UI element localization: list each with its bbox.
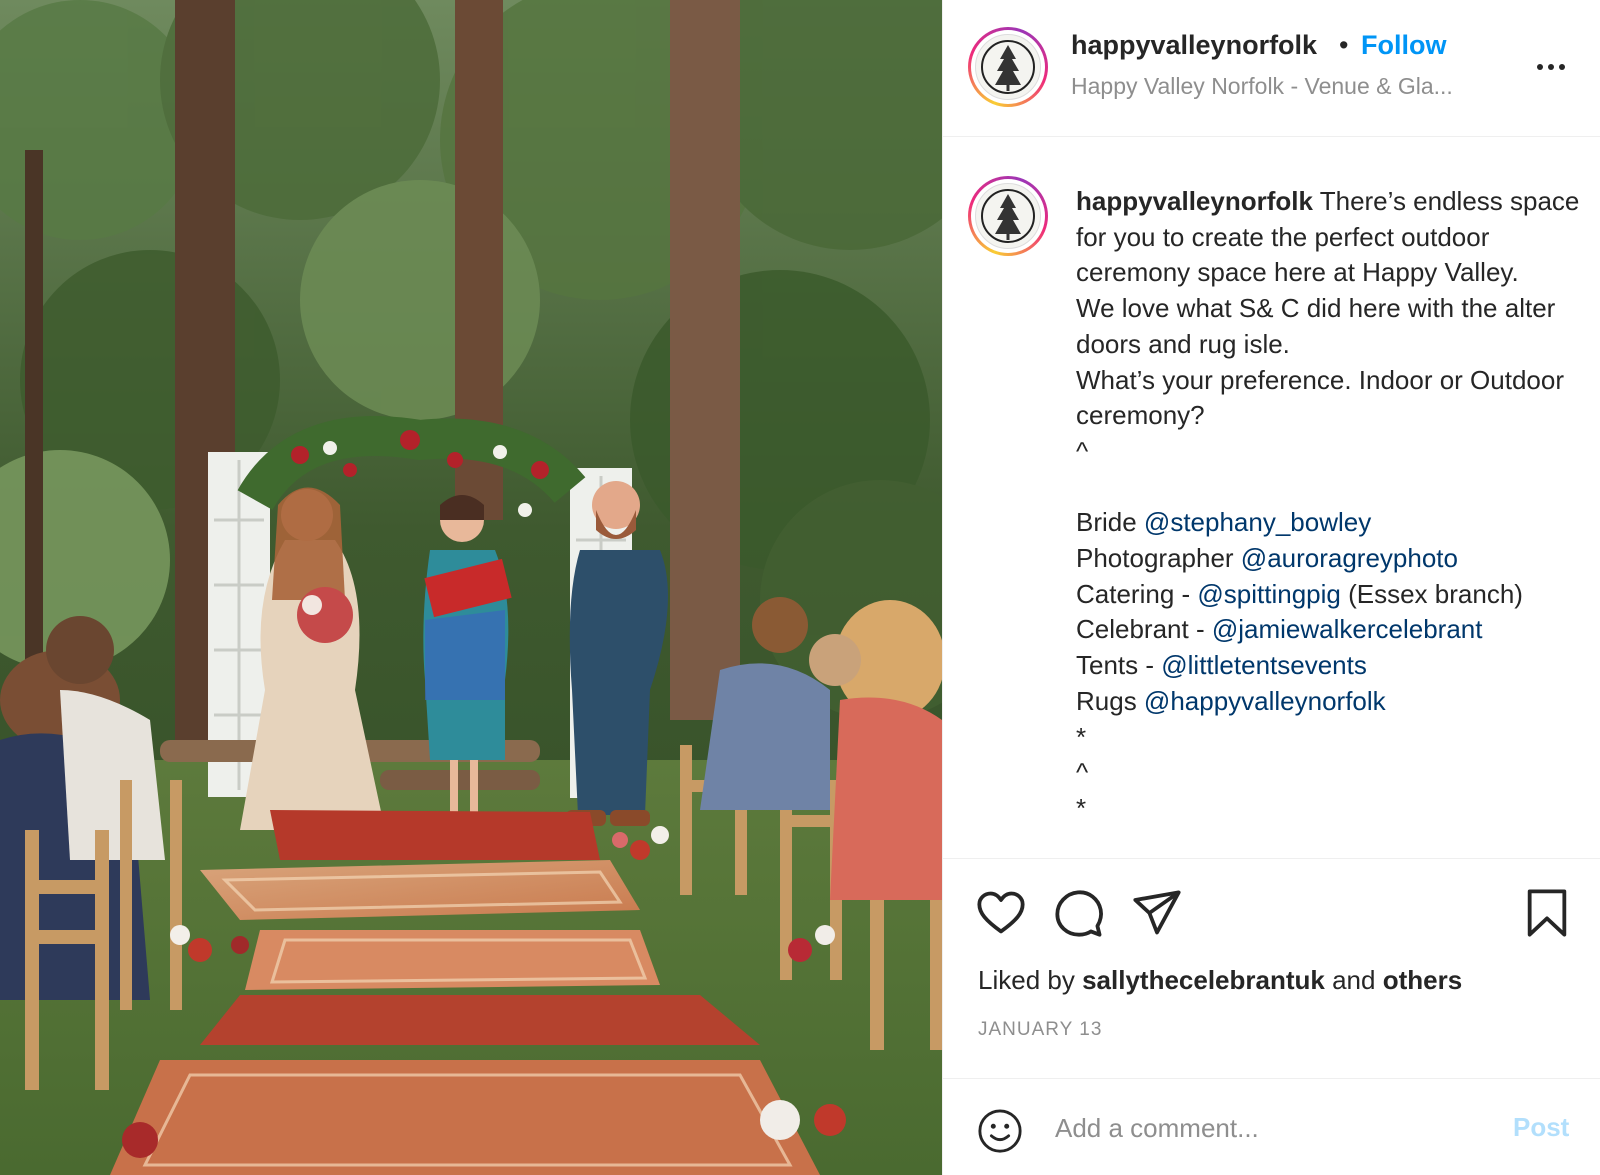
caption-tail: * ^ * xyxy=(1076,721,1089,823)
caption-username[interactable]: happyvalleynorfolk xyxy=(1076,186,1313,216)
credit-note: (Essex branch) xyxy=(1348,578,1523,609)
bookmark-icon[interactable] xyxy=(1521,887,1573,939)
caption-body: There’s endless space for you to create … xyxy=(1076,186,1580,466)
liked-by-prefix: Liked by xyxy=(978,965,1083,995)
credit-label: Photographer xyxy=(1076,543,1241,574)
location-subtitle[interactable]: Happy Valley Norfolk - Venue & Gla... xyxy=(1071,73,1481,100)
post-actions: Liked by sallythecelebrantuk and others … xyxy=(943,858,1600,1078)
tree-logo-icon xyxy=(981,189,1035,243)
liked-by-text: Liked by sallythecelebrantuk and others xyxy=(978,965,1462,996)
caption-text: happyvalleynorfolk There’s endless space… xyxy=(1076,184,1581,827)
comment-bar: Post xyxy=(943,1078,1600,1175)
separator-dot: • xyxy=(1339,30,1349,60)
liked-by-middle: and xyxy=(1324,965,1383,995)
mention-link[interactable]: @spittingpig xyxy=(1197,579,1340,609)
post-details-panel: happyvalleynorfolk • Follow Happy Valley… xyxy=(942,0,1600,1175)
credit-label: Catering - xyxy=(1076,578,1198,609)
mention-link[interactable]: @happyvalleynorfolk xyxy=(1144,686,1386,716)
caption-area: happyvalleynorfolk There’s endless space… xyxy=(943,138,1600,858)
tree-logo-icon xyxy=(981,40,1035,94)
avatar[interactable] xyxy=(968,27,1048,107)
mention-link[interactable]: @auroragreyphoto xyxy=(1241,543,1458,573)
mention-link[interactable]: @jamiewalkercelebrant xyxy=(1212,614,1483,644)
credit-label: Bride xyxy=(1076,507,1144,538)
credit-label: Tents - xyxy=(1076,650,1162,681)
liked-by-user[interactable]: sallythecelebrantuk xyxy=(1082,965,1325,995)
follow-button[interactable]: Follow xyxy=(1361,30,1446,61)
post-button[interactable]: Post xyxy=(1513,1112,1569,1143)
credit-label: Rugs xyxy=(1076,685,1144,716)
comment-input[interactable] xyxy=(1055,1103,1475,1153)
emoji-icon[interactable] xyxy=(977,1108,1023,1154)
wedding-ceremony-photo xyxy=(0,0,942,1175)
more-options-icon[interactable] xyxy=(1531,52,1571,82)
credit-label: Celebrant - xyxy=(1076,614,1212,645)
heart-icon[interactable] xyxy=(975,887,1027,939)
liked-by-others[interactable]: others xyxy=(1383,965,1462,995)
caption-avatar[interactable] xyxy=(968,176,1048,256)
post-photo[interactable] xyxy=(0,0,942,1175)
mention-link[interactable]: @stephany_bowley xyxy=(1144,507,1371,537)
post-header: happyvalleynorfolk • Follow Happy Valley… xyxy=(943,0,1600,137)
mention-link[interactable]: @littletentsevents xyxy=(1161,650,1367,680)
header-username[interactable]: happyvalleynorfolk xyxy=(1071,30,1317,61)
share-icon[interactable] xyxy=(1131,887,1183,939)
comment-icon[interactable] xyxy=(1053,887,1105,939)
post-date[interactable]: JANUARY 13 xyxy=(978,1019,1102,1041)
